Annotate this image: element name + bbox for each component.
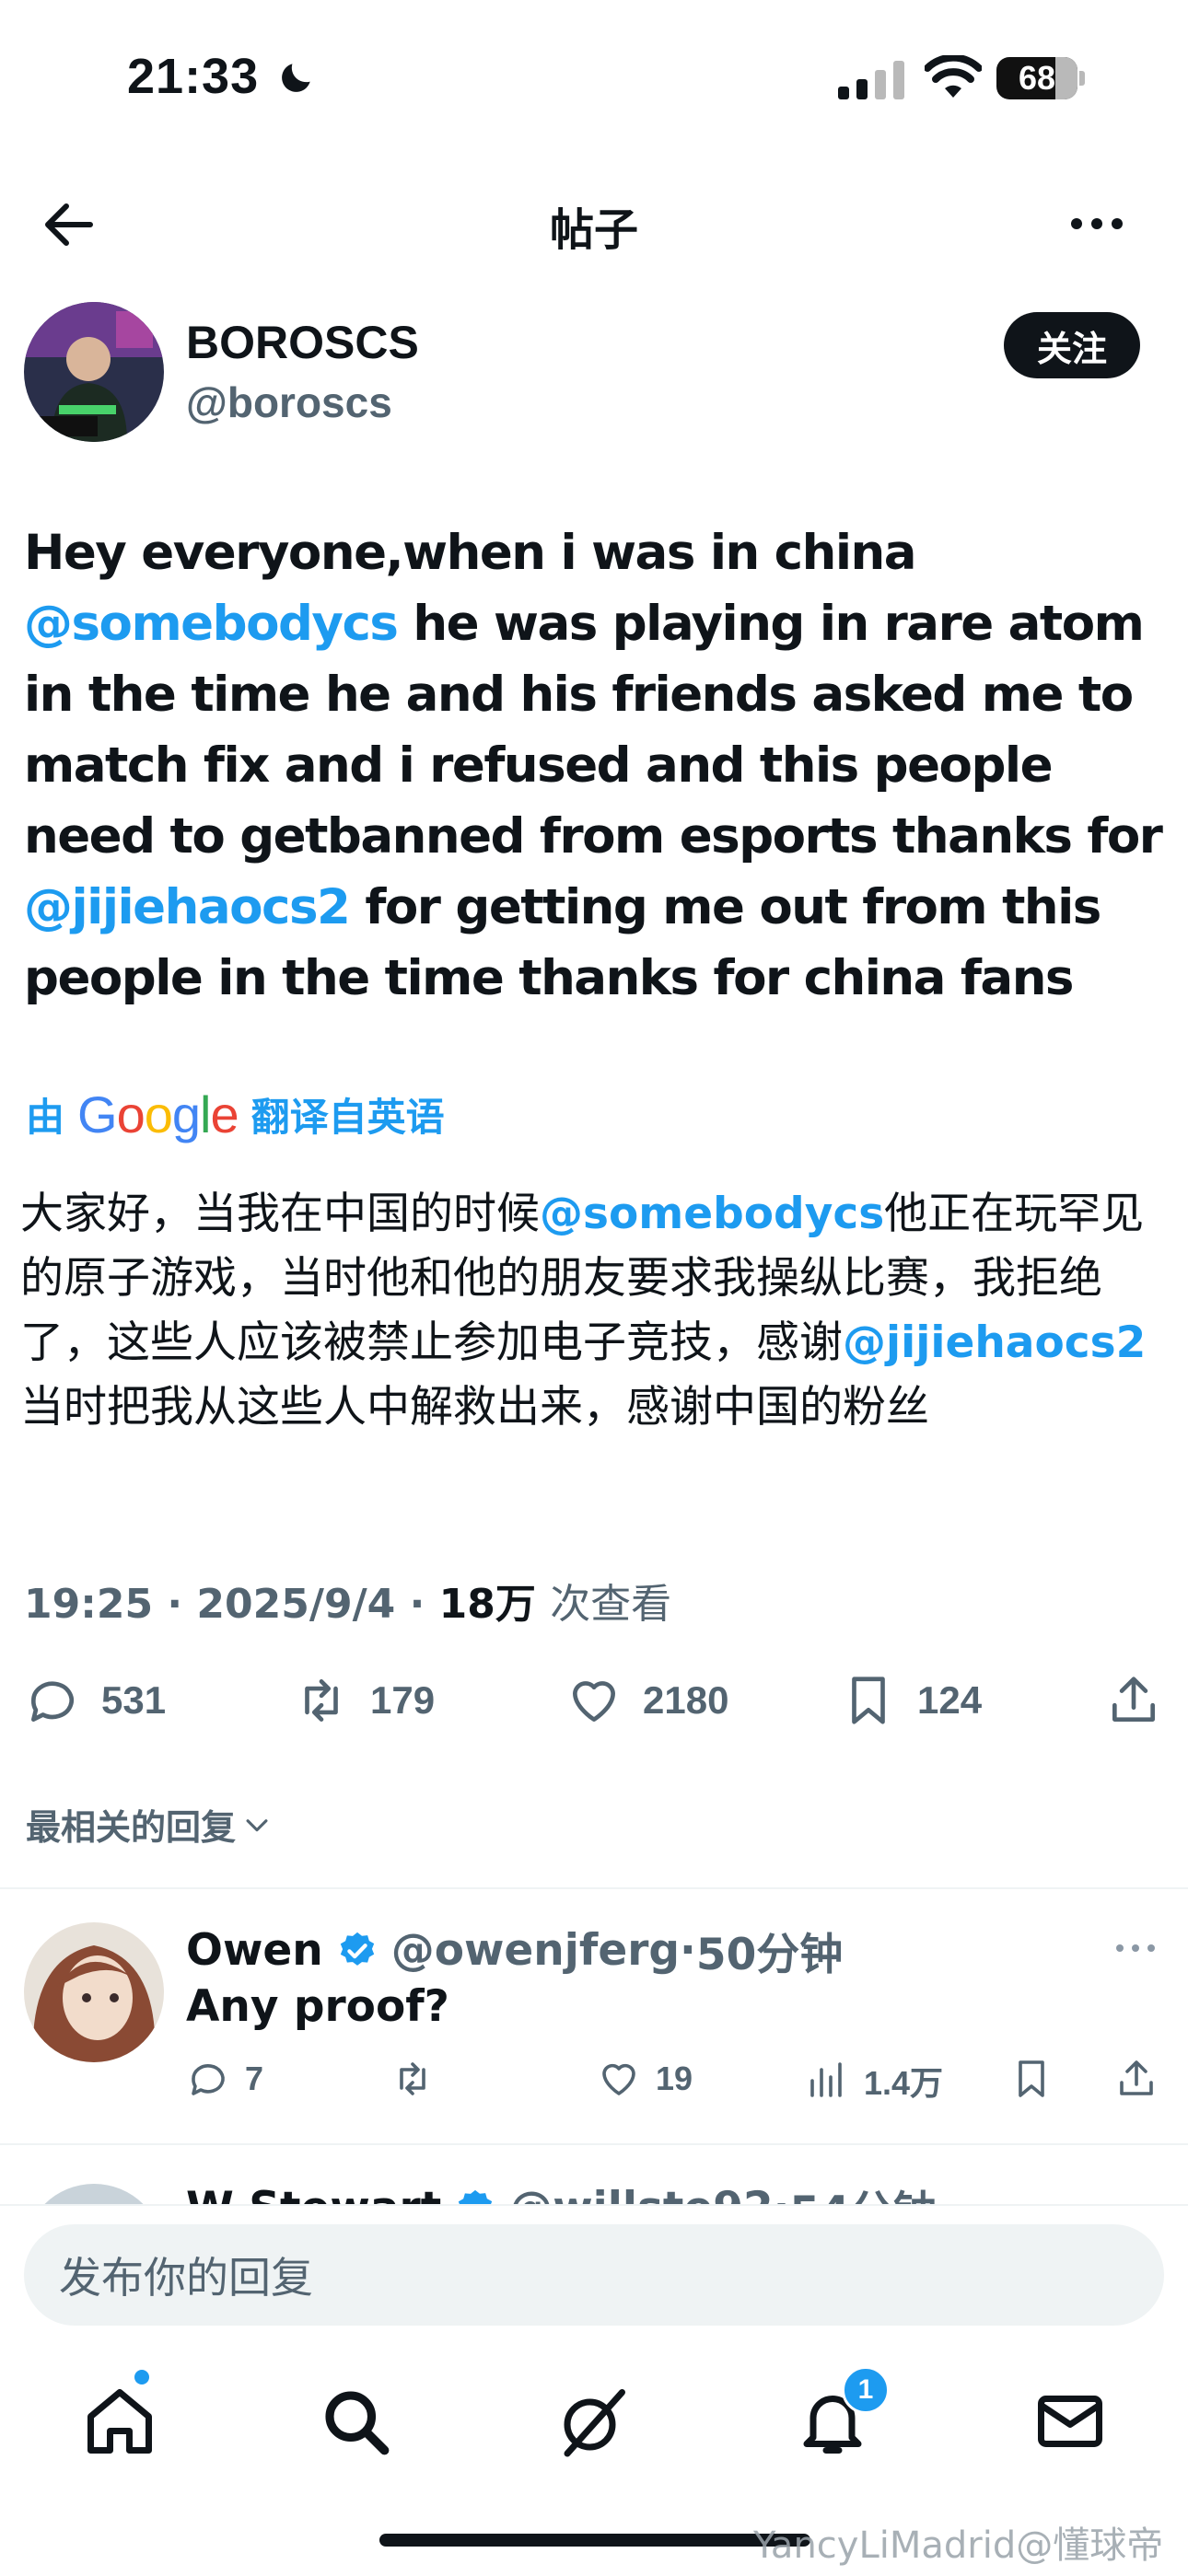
envelope-icon <box>1038 2396 1102 2447</box>
reply-header: W Stewart @willste92·54分钟 <box>186 2176 937 2204</box>
home-icon <box>87 2389 152 2454</box>
bookmark-button[interactable]: 124 <box>840 1672 982 1729</box>
retweet-count: 179 <box>370 1678 436 1722</box>
divider <box>0 2143 1188 2145</box>
tab-grok[interactable] <box>554 2383 632 2460</box>
author-handle[interactable]: @boroscs <box>186 377 392 427</box>
verified-badge-icon <box>458 2189 493 2204</box>
post-text: Hey everyone,when i was in china @somebo… <box>24 517 1166 1014</box>
verified-badge-icon <box>340 1932 374 1966</box>
reply-author-name[interactable]: Owen <box>186 1925 323 1976</box>
bookmark-icon <box>852 1677 885 1724</box>
google-logo: Google <box>77 1085 239 1143</box>
mention-link[interactable]: @somebodycs <box>540 1189 884 1239</box>
search-icon <box>325 2391 390 2455</box>
reply-time: 50分钟 <box>695 1930 844 1980</box>
translated-part: 大家好，当我在中国的时候 <box>20 1189 540 1239</box>
post-meta: 19:25 · 2025/9/4 · 18万 次查看 <box>24 1581 672 1628</box>
battery-tip <box>1079 71 1085 86</box>
retweet-icon <box>400 2062 425 2095</box>
divider <box>0 1887 1188 1889</box>
replies-sort-selector[interactable]: 最相关的回复 <box>26 1799 273 1850</box>
reply-views-button[interactable]: 1.4万 <box>805 2057 943 2105</box>
battery-level: 68 <box>1018 59 1056 97</box>
reply-like-button[interactable]: 19 <box>597 2057 693 2101</box>
status-time: 21:33 <box>127 49 260 104</box>
reply-icon <box>31 1681 74 1722</box>
views-label: 次查看 <box>550 1581 672 1628</box>
notification-badge: 1 <box>842 2366 890 2414</box>
author-avatar[interactable] <box>24 302 164 442</box>
reply-avatar[interactable] <box>24 1922 164 2062</box>
translation-prefix: 由 <box>26 1095 65 1140</box>
back-arrow-icon[interactable] <box>37 193 99 256</box>
separator-dot: · <box>774 2183 790 2204</box>
share-button[interactable] <box>1105 1672 1162 1729</box>
tab-home[interactable] <box>81 2383 158 2460</box>
reply-author-handle[interactable]: @owenjferg <box>391 1925 680 1976</box>
reply-count: 531 <box>101 1678 167 1722</box>
reply-icon <box>192 2064 225 2095</box>
retweet-icon <box>305 1679 338 1722</box>
reply-time: 54分钟 <box>790 2176 937 2204</box>
replies-sort-label: 最相关的回复 <box>26 1807 237 1848</box>
retweet-button[interactable]: 179 <box>293 1672 435 1729</box>
reply-retweet-button[interactable] <box>390 2057 449 2101</box>
follow-button[interactable]: 关注 <box>1004 312 1140 378</box>
translation-suffix: 翻译自英语 <box>250 1095 445 1140</box>
reply-header: Owen @owenjferg · 50分钟 <box>186 1919 843 1982</box>
mention-link[interactable]: @jijiehaocs2 <box>843 1317 1146 1368</box>
bookmark-count: 124 <box>917 1678 983 1722</box>
bar-chart-icon <box>810 2062 842 2097</box>
battery-indicator: 68 <box>996 57 1077 99</box>
reply-like-count: 19 <box>656 2060 693 2097</box>
reply-author-handle[interactable]: @willste92 <box>509 2183 773 2204</box>
post-text-part: Hey everyone,when i was in china <box>24 525 916 581</box>
more-options-icon[interactable] <box>1068 203 1125 245</box>
tab-messages[interactable] <box>1031 2383 1109 2460</box>
reply-bookmark-button[interactable] <box>1009 2057 1068 2101</box>
cellular-signal-icon <box>838 61 904 99</box>
chevron-down-icon <box>246 1818 268 1831</box>
page-title: 帖子 <box>549 206 638 255</box>
reply-reply-count: 7 <box>245 2060 264 2097</box>
tab-search[interactable] <box>317 2383 394 2460</box>
mention-link[interactable]: @jijiehaocs2 <box>24 879 351 935</box>
heart-icon <box>602 2063 635 2095</box>
reply-compose-input[interactable]: 发布你的回复 <box>24 2224 1164 2326</box>
home-unread-dot <box>134 2370 149 2385</box>
reply-share-button[interactable] <box>1114 2057 1159 2101</box>
home-indicator[interactable] <box>379 2534 810 2547</box>
bookmark-icon <box>1019 2060 1044 2097</box>
reply-author-name[interactable]: W Stewart <box>186 2183 441 2204</box>
share-icon <box>1112 1677 1155 1722</box>
post-time: 19:25 <box>24 1581 154 1628</box>
watermark: YancyLiMadrid@懂球帝 <box>753 2524 1164 2567</box>
translated-text: 大家好，当我在中国的时候@somebodycs他正在玩罕见的原子游戏，当时他和他… <box>20 1182 1171 1440</box>
reply-views-count: 1.4万 <box>864 2064 944 2102</box>
reply-more-icon[interactable] <box>1114 1941 1157 1955</box>
mention-link[interactable]: @somebodycs <box>24 596 399 652</box>
reply-reply-button[interactable]: 7 <box>186 2057 263 2101</box>
reply-text: Any proof? <box>186 1981 449 2032</box>
reply-item-partial[interactable]: W Stewart @willste92·54分钟 <box>0 2167 1188 2204</box>
post-views[interactable]: 18万 <box>439 1581 536 1628</box>
author-name[interactable]: BOROSCS <box>186 316 419 369</box>
separator-dot: · <box>680 1925 696 1976</box>
reply-avatar[interactable] <box>24 2184 164 2204</box>
translated-part: 当时把我从这些人中解救出来，感谢中国的粉丝 <box>20 1382 929 1433</box>
translation-label[interactable]: 由 Google 翻译自英语 <box>26 1085 445 1144</box>
heart-icon <box>573 1681 615 1722</box>
like-button[interactable]: 2180 <box>565 1672 728 1729</box>
wifi-icon <box>925 55 982 98</box>
post-date: 2025/9/4 <box>196 1581 396 1628</box>
moon-icon <box>282 64 310 92</box>
grok-icon <box>564 2389 625 2457</box>
reply-button[interactable]: 531 <box>24 1672 166 1729</box>
like-count: 2180 <box>643 1678 729 1722</box>
share-icon <box>1120 2060 1153 2095</box>
